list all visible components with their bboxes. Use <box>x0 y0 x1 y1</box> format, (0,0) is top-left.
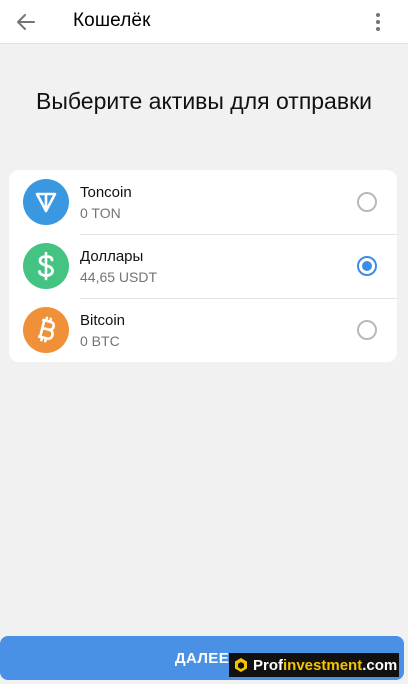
asset-balance: 0 TON <box>80 205 121 221</box>
watermark-text-investment: investment <box>283 656 363 674</box>
more-menu-button[interactable] <box>366 6 390 38</box>
page-title: Выберите активы для отправки <box>36 88 372 114</box>
radio-bitcoin[interactable] <box>357 320 377 340</box>
asset-list: Toncoin 0 TON Доллары 44,65 USDT Bitcoin… <box>9 170 397 362</box>
back-button[interactable] <box>10 6 42 38</box>
profinvestment-watermark: Prof investment .com <box>229 653 399 677</box>
asset-name: Toncoin <box>80 184 132 201</box>
arrow-left-icon <box>17 14 35 30</box>
asset-balance: 0 BTC <box>80 333 120 349</box>
radio-usdt[interactable] <box>357 256 377 276</box>
app-header: Кошелёк <box>0 0 408 44</box>
asset-name: Bitcoin <box>80 312 126 329</box>
watermark-text-domain: .com <box>362 656 398 674</box>
radio-toncoin[interactable] <box>357 192 377 212</box>
watermark-text-prof: Prof <box>253 656 283 674</box>
asset-option-usdt[interactable]: Доллары 44,65 USDT <box>9 234 397 298</box>
asset-option-bitcoin[interactable]: Bitcoin 0 BTC <box>9 298 397 362</box>
dollar-icon <box>23 243 69 289</box>
more-vertical-icon <box>376 13 380 31</box>
asset-balance: 44,65 USDT <box>80 269 158 285</box>
profinvestment-logo-icon <box>233 657 249 673</box>
toncoin-icon <box>23 179 69 225</box>
asset-option-toncoin[interactable]: Toncoin 0 TON <box>9 170 397 234</box>
header-title: Кошелёк <box>73 10 151 31</box>
bitcoin-icon <box>23 307 69 353</box>
asset-name: Доллары <box>80 248 144 265</box>
